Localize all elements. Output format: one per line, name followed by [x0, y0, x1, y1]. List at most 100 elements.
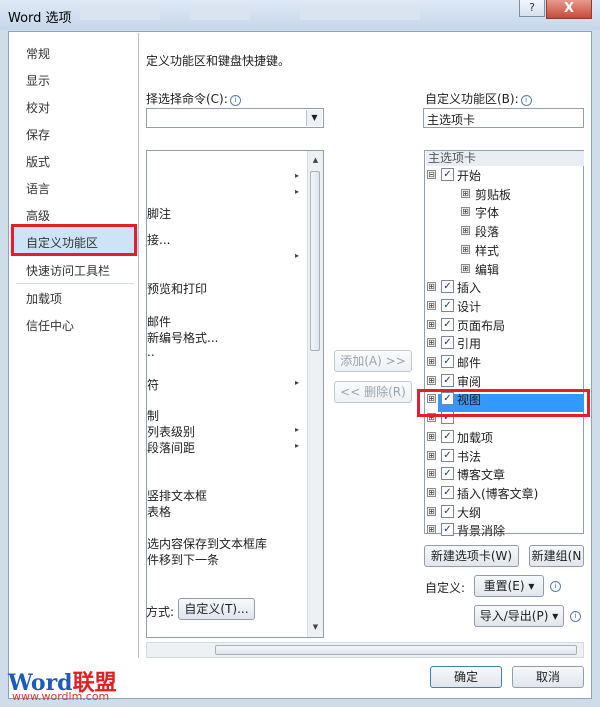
commands-dropdown[interactable]: ▼	[146, 108, 324, 128]
ok-button[interactable]: 确定	[430, 666, 502, 688]
expand-icon[interactable]: ⊞	[427, 319, 436, 329]
checkbox[interactable]: ✓	[441, 280, 454, 294]
new-group-button[interactable]: 新建组(N	[529, 545, 584, 567]
page-heading: 定义功能区和键盘快捷键。	[146, 54, 291, 68]
checkbox[interactable]: ✓	[441, 504, 454, 518]
add-button[interactable]: 添加(A) >>	[334, 350, 412, 372]
nav-item-addins[interactable]: 加载项	[26, 290, 62, 307]
list-item[interactable]: 选内容保存到文本框库	[147, 535, 267, 552]
submenu-arrow-icon: ▸	[295, 425, 300, 434]
ribbon-label: 自定义功能区(B): i	[425, 90, 532, 107]
expand-icon[interactable]: ⊞	[427, 525, 436, 535]
checkbox[interactable]: ✓	[441, 298, 454, 312]
nav-item-save[interactable]: 保存	[26, 126, 50, 143]
expand-icon[interactable]: ⊞	[461, 188, 470, 198]
checkbox[interactable]: ✓	[441, 485, 454, 499]
tree-item-label: 段落	[475, 225, 500, 240]
left-nav: 常规 显示 校对 保存 版式 语言 高级 自定义功能区 快速访问工具栏 加载项 …	[10, 33, 139, 658]
commands-list[interactable]: 脚注 接... 预览和打印 邮件 新编号格式... .. 符 制 列表级别 段落…	[146, 150, 324, 638]
new-tab-button[interactable]: 新建选项卡(W)	[424, 545, 519, 567]
scroll-down-icon[interactable]: ▼	[308, 620, 323, 635]
ribbon-label-text: 自定义功能区(B):	[425, 92, 519, 106]
cancel-button[interactable]: 取消	[512, 666, 584, 688]
expand-icon[interactable]: ⊞	[427, 506, 436, 516]
list-item[interactable]: ..	[147, 345, 155, 359]
expand-icon[interactable]: ⊞	[427, 431, 436, 441]
expand-icon[interactable]: ⊞	[427, 375, 436, 385]
checkbox[interactable]: ✓	[441, 448, 454, 462]
list-item[interactable]: 脚注	[147, 205, 171, 222]
expand-icon[interactable]: ⊞	[427, 338, 436, 348]
list-item[interactable]: 竖排文本框	[147, 487, 207, 504]
scroll-thumb[interactable]	[310, 171, 320, 351]
checkbox[interactable]: ✓	[441, 336, 454, 350]
commands-label: 择选择命令(C): i	[146, 90, 241, 107]
tree-item-label: 字体	[475, 206, 500, 221]
submenu-arrow-icon: ▸	[295, 441, 300, 450]
checkbox[interactable]: ✓	[441, 355, 454, 368]
nav-item-general[interactable]: 常规	[26, 45, 50, 62]
highlight-outline	[417, 389, 590, 417]
minimize-icon[interactable]: ?	[519, 0, 545, 17]
checkbox[interactable]: ✓	[441, 467, 454, 481]
expand-icon[interactable]: ⊞	[461, 263, 470, 273]
keyboard-customize-button[interactable]: 自定义(T)...	[178, 598, 255, 620]
tree-item-label: 审阅	[457, 374, 482, 389]
list-item[interactable]: 制	[147, 407, 159, 424]
tree-item-label: 编辑	[475, 262, 500, 277]
checkbox[interactable]: ✓	[441, 429, 454, 443]
expand-icon[interactable]: ⊞	[427, 357, 436, 366]
reset-button[interactable]: 重置(E) ▾	[474, 575, 544, 597]
list-item[interactable]: 接...	[147, 231, 170, 248]
info-icon: i	[520, 95, 532, 106]
list-item[interactable]: 表格	[147, 503, 171, 520]
tree-item-label: 设计	[457, 299, 482, 314]
expand-icon[interactable]: ⊞	[461, 226, 470, 236]
ribbon-dropdown[interactable]: 主选项卡	[423, 108, 584, 128]
expand-icon[interactable]: ⊞	[461, 207, 470, 217]
ribbon-dropdown-value: 主选项卡	[427, 113, 476, 127]
list-item[interactable]: 符	[147, 376, 159, 393]
info-icon: i	[229, 95, 241, 106]
checkbox[interactable]: ✓	[441, 168, 454, 181]
nav-item-layout[interactable]: 版式	[26, 153, 50, 170]
expand-icon[interactable]: ⊞	[427, 469, 436, 479]
horizontal-scrollbar[interactable]	[146, 642, 584, 658]
watermark-url: www.wordlm.com	[12, 690, 110, 703]
list-item[interactable]: 件移到下一条	[147, 551, 219, 568]
list-item[interactable]: 段落间距	[147, 439, 195, 456]
commands-label-text: 择选择命令(C):	[146, 92, 228, 106]
list-item[interactable]: 列表级别	[147, 423, 195, 440]
expand-icon[interactable]: ⊞	[461, 244, 470, 254]
checkbox[interactable]: ✓	[441, 317, 454, 331]
list-item[interactable]: 预览和打印	[147, 280, 207, 297]
remove-button[interactable]: << 删除(R)	[334, 381, 412, 403]
close-icon[interactable]: X	[546, 0, 592, 19]
tree-item-label: 引用	[457, 337, 482, 352]
nav-item-display[interactable]: 显示	[26, 72, 50, 89]
expand-icon[interactable]: ⊞	[427, 450, 436, 460]
tree-item-label: 背景消除	[457, 524, 506, 539]
nav-item-proofing[interactable]: 校对	[26, 99, 50, 116]
list-item[interactable]: 邮件	[147, 313, 171, 330]
nav-item-language[interactable]: 语言	[26, 180, 50, 197]
expand-icon[interactable]: ⊞	[427, 300, 436, 310]
collapse-icon[interactable]: ⊟	[427, 170, 436, 179]
nav-item-trust-center[interactable]: 信任中心	[26, 317, 74, 334]
checkbox[interactable]: ✓	[441, 373, 454, 387]
scroll-up-icon[interactable]: ▲	[308, 153, 323, 168]
list-item[interactable]: 新编号格式...	[147, 329, 218, 346]
chevron-down-icon[interactable]: ▼	[306, 110, 322, 126]
nav-item-advanced[interactable]: 高级	[26, 207, 50, 224]
expand-icon[interactable]: ⊞	[427, 487, 436, 497]
tree-item-label: 剪贴板	[475, 187, 512, 202]
scroll-thumb[interactable]	[215, 645, 577, 655]
tree-item-label: 开始	[457, 169, 482, 183]
customize-label: 自定义:	[425, 581, 466, 595]
checkbox[interactable]: ✓	[441, 523, 454, 537]
vertical-scrollbar[interactable]: ▲ ▼	[307, 151, 323, 637]
nav-item-quick-access[interactable]: 快速访问工具栏	[26, 262, 110, 279]
import-export-button[interactable]: 导入/导出(P) ▾	[474, 605, 564, 627]
tree-item-label: 插入	[457, 281, 482, 296]
expand-icon[interactable]: ⊞	[427, 282, 436, 292]
